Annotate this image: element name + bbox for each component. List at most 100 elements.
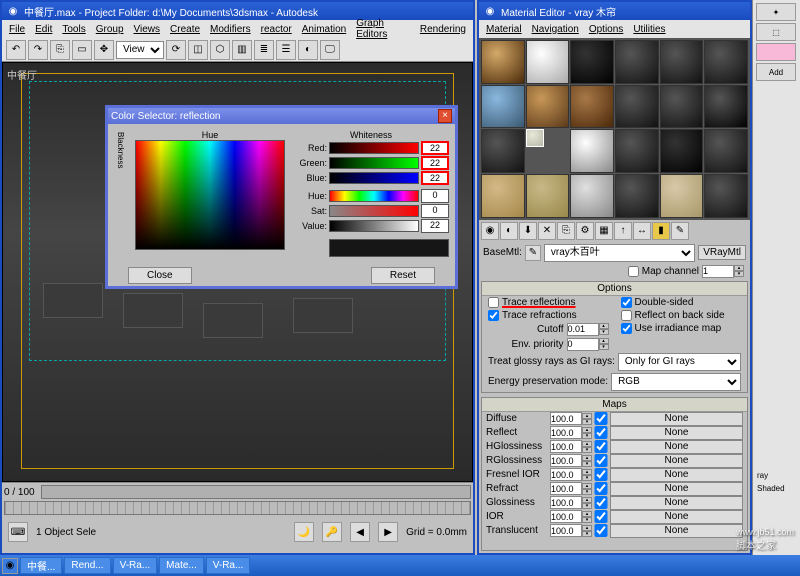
copy-button[interactable]: ⎘ [557,222,575,240]
sat-value[interactable]: 0 [421,204,449,218]
map-enable-checkbox[interactable] [594,454,608,467]
taskbar-item[interactable]: Rend... [64,557,110,574]
next-key-button[interactable]: ▶ [378,522,398,542]
close-button[interactable]: Close [128,267,192,284]
map-amount[interactable] [550,454,582,467]
map-button[interactable]: None [610,440,743,454]
mirror-button[interactable]: ▥ [232,40,252,60]
put-material-button[interactable]: ◐ [500,222,518,240]
material-slot[interactable] [481,129,525,173]
menu-options[interactable]: Options [584,23,628,36]
energy-dropdown[interactable]: RGB [611,373,741,391]
green-value[interactable]: 22 [421,156,449,170]
close-icon[interactable]: × [438,109,452,123]
menu-animation[interactable]: Animation [297,23,351,36]
time-slider[interactable] [41,485,471,499]
material-slot[interactable] [481,174,525,218]
material-slot[interactable] [481,85,525,129]
reflect-back-checkbox[interactable] [621,310,632,321]
anim-play-button[interactable]: 🌙 [294,522,314,542]
material-slot[interactable] [526,85,570,129]
spin-down[interactable]: ▾ [599,329,609,335]
red-value[interactable]: 22 [421,141,449,155]
scale-button[interactable]: ◫ [188,40,208,60]
map-amount[interactable] [550,440,582,453]
map-button[interactable]: None [610,496,743,510]
trace-reflections-checkbox[interactable] [488,297,499,308]
spin-down[interactable]: ▾ [582,461,592,467]
map-enable-checkbox[interactable] [594,426,608,439]
menu-grapheditors[interactable]: Graph Editors [351,17,415,41]
map-button[interactable]: None [610,426,743,440]
map-button[interactable]: None [610,482,743,496]
material-slot[interactable] [704,40,748,84]
spin-down[interactable]: ▾ [582,419,592,425]
material-slot[interactable] [660,174,704,218]
menu-create[interactable]: Create [165,23,205,36]
color-swatch-button[interactable] [756,43,796,61]
spin-down[interactable]: ▾ [582,475,592,481]
show-map-button[interactable]: ▦ [595,222,613,240]
menu-modifiers[interactable]: Modifiers [205,23,256,36]
menu-material[interactable]: Material [481,23,527,36]
material-slot[interactable] [704,85,748,129]
spin-down[interactable]: ▾ [734,271,744,277]
reset-button[interactable]: ✕ [538,222,556,240]
green-slider[interactable] [329,157,419,169]
blue-slider[interactable] [329,172,419,184]
main-menubar[interactable]: File Edit Tools Group Views Create Modif… [2,20,473,38]
maxscript-button[interactable]: ⌨ [8,522,28,542]
map-enable-checkbox[interactable] [594,510,608,523]
spin-down[interactable]: ▾ [582,503,592,509]
menu-tools[interactable]: Tools [57,23,90,36]
hue-slider[interactable] [329,190,419,202]
menu-group[interactable]: Group [91,23,129,36]
mapchannel-value[interactable] [702,265,734,278]
map-amount[interactable] [550,524,582,537]
create-tab[interactable]: ✦ [756,3,796,21]
map-enable-checkbox[interactable] [594,482,608,495]
material-slot[interactable] [570,85,614,129]
map-amount[interactable] [550,482,582,495]
value-value[interactable]: 22 [421,219,449,233]
options-header[interactable]: Options [482,282,747,296]
map-amount[interactable] [550,412,582,425]
material-slot[interactable] [481,40,525,84]
ref-coord-dropdown[interactable]: View [116,41,164,59]
pick-button[interactable]: ✎ [671,222,689,240]
taskbar-item[interactable]: V-Ra... [113,557,158,574]
spin-down[interactable]: ▾ [582,517,592,523]
material-slot[interactable] [615,85,659,129]
red-slider[interactable] [329,142,419,154]
map-enable-checkbox[interactable] [594,524,608,537]
use-irradiance-checkbox[interactable] [621,323,632,334]
map-amount[interactable] [550,510,582,523]
material-slot[interactable] [660,85,704,129]
menu-rendering[interactable]: Rendering [415,23,471,36]
material-slot[interactable] [570,40,614,84]
track-bar[interactable] [4,501,471,515]
reset-button[interactable]: Reset [371,267,435,284]
material-slot-selected[interactable] [526,129,544,147]
cutoff-value[interactable] [567,323,599,336]
menu-utilities[interactable]: Utilities [628,23,670,36]
render-button[interactable]: 🖵 [320,40,340,60]
material-slot[interactable] [615,40,659,84]
material-name-dropdown[interactable]: vray木百叶 [544,244,695,262]
align-button[interactable]: ≣ [254,40,274,60]
map-enable-checkbox[interactable] [594,468,608,481]
map-enable-checkbox[interactable] [594,440,608,453]
select-button[interactable]: ▭ [72,40,92,60]
taskbar-item[interactable]: V-Ra... [206,557,251,574]
taskbar-item[interactable]: Mate... [159,557,204,574]
trace-refractions-checkbox[interactable] [488,310,499,321]
menu-edit[interactable]: Edit [30,23,57,36]
material-slot[interactable] [615,174,659,218]
move-button[interactable]: ✥ [94,40,114,60]
map-button[interactable]: None [610,510,743,524]
menu-reactor[interactable]: reactor [256,23,297,36]
redo-button[interactable]: ↷ [28,40,48,60]
menu-views[interactable]: Views [129,23,166,36]
spin-down[interactable]: ▾ [582,433,592,439]
material-slot[interactable] [526,174,570,218]
